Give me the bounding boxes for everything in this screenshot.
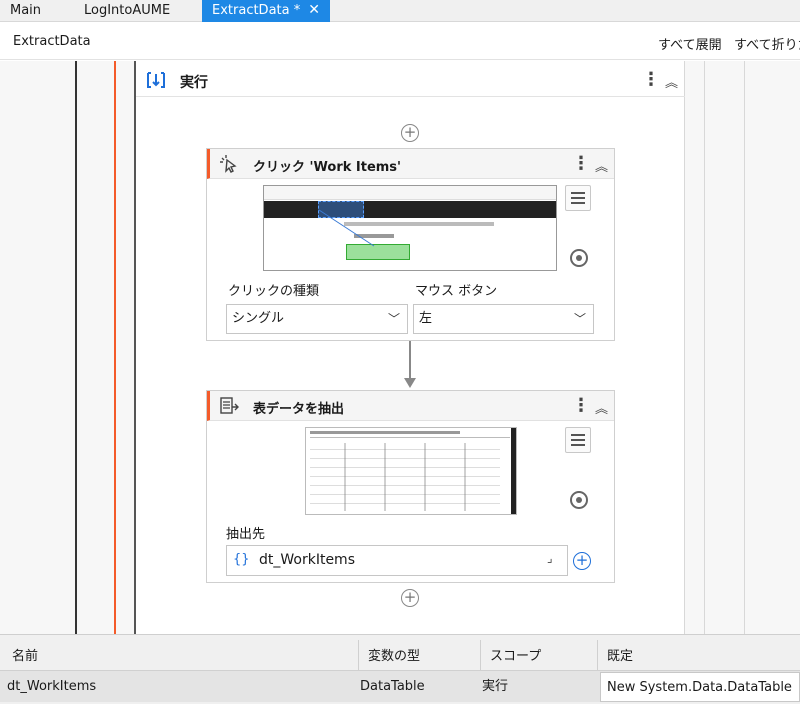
collapse-all-button[interactable]: すべて折りたた <box>734 34 800 53</box>
selection-marker-line <box>114 61 116 634</box>
add-variable-button[interactable]: + <box>573 552 591 570</box>
more-options-icon[interactable]: ⋮ <box>572 397 590 415</box>
canvas-divider <box>744 61 745 634</box>
target-screenshot-thumbnail[interactable] <box>263 185 557 271</box>
menu-icon[interactable] <box>565 185 591 211</box>
dropdown-value: 左 <box>419 311 433 326</box>
target-icon[interactable] <box>570 249 588 267</box>
expand-editor-icon[interactable]: ⌟ <box>547 551 553 565</box>
sequence-container[interactable]: 実行 ⋮ ︽ + クリック 'Work Items' ⋮ ︽ クリックの種類 マ… <box>134 61 685 634</box>
output-label: 抽出先 <box>226 527 266 542</box>
designer-header: ExtractData すべて展開 すべて折りたた <box>0 22 800 60</box>
breadcrumb[interactable]: ExtractData <box>13 34 91 49</box>
add-activity-button[interactable]: + <box>401 124 419 142</box>
activity-header: 表データを抽出 ⋮ ︽ <box>207 391 614 421</box>
output-variable-value: dt_WorkItems <box>259 552 355 568</box>
mouse-button-dropdown[interactable]: 左 ﹀ <box>413 304 594 334</box>
connector-line <box>409 341 411 379</box>
sequence-title: 実行 <box>180 75 208 91</box>
collapse-chevron-icon[interactable]: ︽ <box>595 398 608 417</box>
menu-icon[interactable] <box>565 427 591 453</box>
output-variable-field[interactable]: {} dt_WorkItems ⌟ <box>226 545 568 576</box>
activity-title: クリック 'Work Items' <box>253 160 402 175</box>
tab-label: Main <box>10 3 42 18</box>
activity-title: 表データを抽出 <box>253 402 345 417</box>
expand-all-button[interactable]: すべて展開 <box>658 34 722 53</box>
extract-table-activity-card[interactable]: 表データを抽出 ⋮ ︽ 抽出先 {} dt_WorkItems ⌟ + <box>206 390 615 583</box>
add-activity-button[interactable]: + <box>401 589 419 607</box>
click-activity-card[interactable]: クリック 'Work Items' ⋮ ︽ クリックの種類 マウス ボタン シン… <box>206 148 615 341</box>
tab-label: LogIntoAUME <box>84 3 171 18</box>
close-icon[interactable]: ✕ <box>308 2 320 18</box>
chevron-down-icon: ﹀ <box>387 312 400 326</box>
collapse-chevron-icon[interactable]: ︽ <box>665 72 678 91</box>
table-extract-icon <box>219 396 239 416</box>
tab-extractdata[interactable]: ExtractData * ✕ <box>202 0 330 22</box>
canvas-divider <box>704 61 705 634</box>
more-options-icon[interactable]: ⋮ <box>642 71 660 89</box>
click-type-label: クリックの種類 <box>228 284 320 299</box>
variables-panel: 名前 変数の型 スコープ 既定 dt_WorkItems DataTable 実… <box>0 634 800 704</box>
variable-name[interactable]: dt_WorkItems <box>7 672 96 702</box>
sequence-header: 実行 ⋮ ︽ <box>136 65 685 97</box>
click-type-dropdown[interactable]: シングル ﹀ <box>226 304 408 334</box>
document-tab-bar: Main LogIntoAUME ExtractData * ✕ <box>0 0 800 22</box>
table-screenshot-thumbnail[interactable] <box>305 427 517 515</box>
variable-type[interactable]: DataTable <box>360 672 425 702</box>
flow-border-line <box>75 61 77 634</box>
variable-default-input[interactable]: New System.Data.DataTable <box>600 672 800 702</box>
sequence-icon <box>146 70 166 90</box>
designer-canvas: 実行 ⋮ ︽ + クリック 'Work Items' ⋮ ︽ クリックの種類 マ… <box>0 61 800 634</box>
column-header-name[interactable]: 名前 <box>12 643 38 671</box>
arrow-down-icon <box>404 378 416 388</box>
tab-logintoaume[interactable]: LogIntoAUME <box>74 0 180 22</box>
activity-header: クリック 'Work Items' ⋮ ︽ <box>207 149 614 179</box>
column-header-scope[interactable]: スコープ <box>490 643 541 671</box>
tab-label: ExtractData * <box>212 3 301 18</box>
column-header-type[interactable]: 変数の型 <box>368 643 420 671</box>
chevron-down-icon: ﹀ <box>573 312 586 326</box>
collapse-chevron-icon[interactable]: ︽ <box>595 156 608 175</box>
target-icon[interactable] <box>570 491 588 509</box>
dropdown-value: シングル <box>232 311 285 326</box>
click-icon <box>219 154 239 174</box>
expression-braces-icon: {} <box>233 552 250 567</box>
more-options-icon[interactable]: ⋮ <box>572 155 590 173</box>
mouse-button-label: マウス ボタン <box>415 284 498 299</box>
tab-main[interactable]: Main <box>0 0 51 22</box>
variable-scope[interactable]: 実行 <box>482 672 508 702</box>
column-header-default[interactable]: 既定 <box>607 643 633 671</box>
